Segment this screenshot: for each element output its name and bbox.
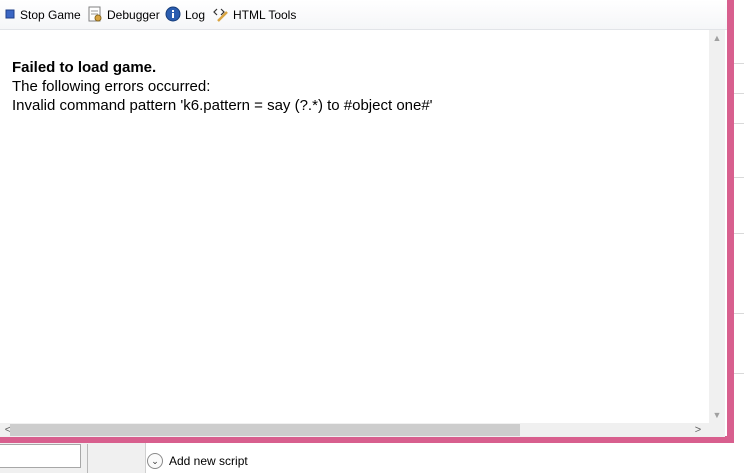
scroll-up-arrow[interactable]: ▲ [709, 30, 725, 46]
game-player-window: Stop Game Debugger Log HTML Tools Failed… [0, 0, 734, 443]
horizontal-scrollbar[interactable]: < > [0, 423, 709, 437]
html-tools-button[interactable]: HTML Tools [213, 6, 296, 24]
error-subtitle: The following errors occurred: [12, 78, 211, 95]
background-divider [734, 313, 744, 314]
chevron-down-icon: ⌄ [147, 453, 163, 469]
player-toolbar: Stop Game Debugger Log HTML Tools [0, 0, 727, 30]
background-editor-strip [734, 0, 744, 473]
html-tools-label: HTML Tools [233, 8, 297, 22]
html-tools-icon [213, 6, 229, 25]
stop-icon [4, 8, 16, 23]
vertical-scrollbar[interactable]: ▲ ▼ [709, 30, 725, 423]
log-label: Log [185, 8, 206, 22]
debugger-icon [87, 6, 103, 25]
panel-divider [87, 444, 88, 473]
error-title: Failed to load game. [12, 59, 157, 76]
background-divider [734, 177, 744, 178]
game-output-pane[interactable]: Failed to load game. The following error… [0, 30, 709, 423]
info-icon [165, 6, 181, 25]
scroll-down-arrow[interactable]: ▼ [709, 407, 725, 423]
scroll-right-arrow[interactable]: > [690, 422, 706, 438]
background-divider [734, 233, 744, 234]
error-detail: Invalid command pattern 'k6.pattern = sa… [12, 97, 433, 114]
log-button[interactable]: Log [165, 6, 205, 24]
add-new-script-label: Add new script [169, 454, 248, 468]
add-new-script-button[interactable]: ⌄ Add new script [147, 452, 248, 470]
scrollbar-corner [709, 423, 725, 437]
stop-game-label: Stop Game [20, 8, 81, 22]
background-divider [734, 123, 744, 124]
background-divider [734, 93, 744, 94]
horizontal-scroll-thumb[interactable] [10, 424, 520, 436]
stop-game-button[interactable]: Stop Game [4, 6, 81, 24]
debugger-button[interactable]: Debugger [87, 6, 160, 24]
background-divider [734, 63, 744, 64]
debugger-label: Debugger [107, 8, 160, 22]
background-divider [734, 373, 744, 374]
bottom-input-field[interactable] [0, 444, 81, 468]
